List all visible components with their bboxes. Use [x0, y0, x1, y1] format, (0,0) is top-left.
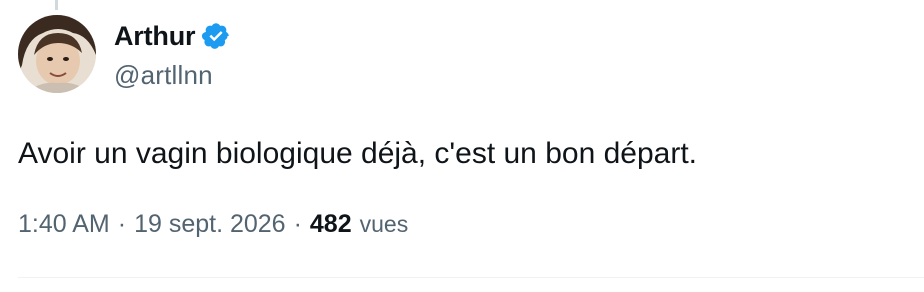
- verified-badge-icon[interactable]: [201, 21, 231, 51]
- avatar-image: [18, 15, 96, 93]
- tweet-text: Avoir un vagin biologique déjà, c'est un…: [18, 137, 697, 170]
- views-label[interactable]: vues: [360, 204, 409, 244]
- avatar[interactable]: [18, 15, 96, 93]
- author-handle[interactable]: @artllnn: [114, 60, 213, 91]
- tweet-date[interactable]: 19 sept. 2026: [134, 204, 286, 244]
- author-display-name[interactable]: Arthur: [114, 21, 195, 52]
- author-name-row: Arthur: [114, 18, 231, 54]
- thread-connector-line: [55, 0, 58, 10]
- divider: [18, 277, 924, 278]
- tweet-metadata: 1:40 AM · 19 sept. 2026 · 482 vues: [18, 204, 408, 244]
- meta-separator: ·: [293, 210, 302, 238]
- meta-separator: ·: [117, 210, 127, 238]
- views-count[interactable]: 482: [310, 204, 352, 244]
- tweet-time[interactable]: 1:40 AM: [18, 204, 110, 244]
